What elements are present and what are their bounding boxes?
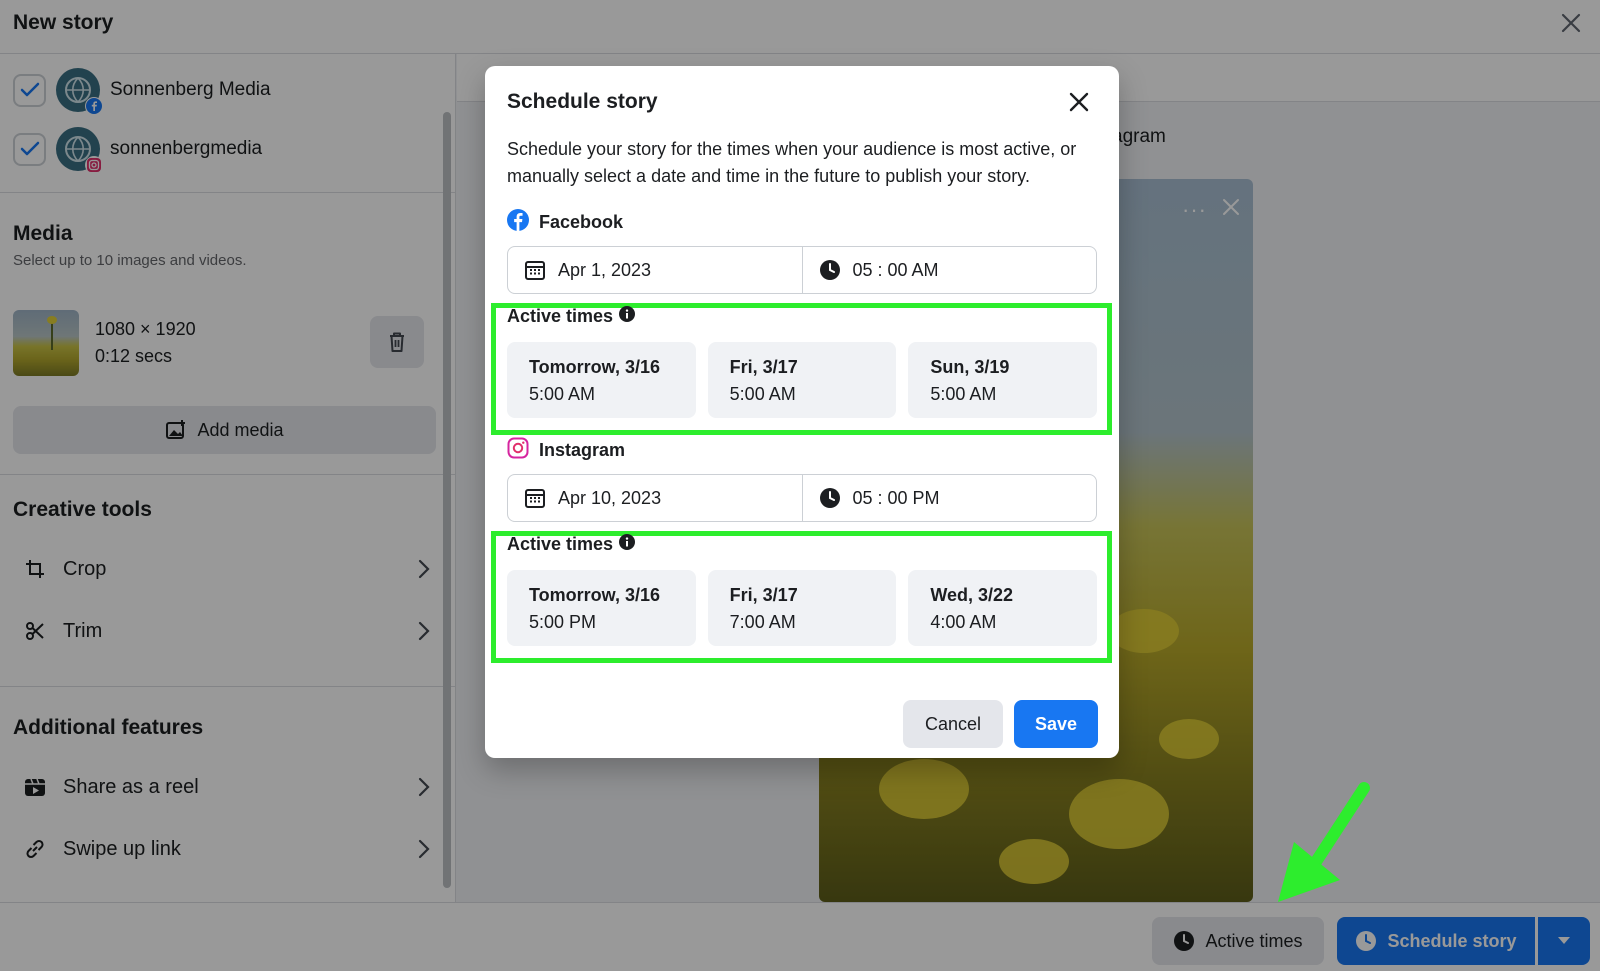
info-icon[interactable] — [619, 306, 636, 327]
active-time-slot[interactable]: Tomorrow, 3/16 5:00 PM — [507, 570, 696, 646]
annotation-arrow-icon — [1278, 782, 1370, 902]
calendar-icon — [525, 489, 545, 508]
instagram-date-value: Apr 10, 2023 — [558, 487, 662, 508]
instagram-icon — [507, 437, 529, 464]
active-time-slot[interactable]: Wed, 3/22 4:00 AM — [908, 570, 1098, 646]
instagram-time-value: 05 : 00 PM — [852, 487, 940, 508]
dialog-title: Schedule story — [507, 90, 658, 113]
clock-icon — [819, 260, 840, 280]
facebook-time-value: 05 : 00 AM — [852, 259, 939, 280]
info-icon[interactable] — [619, 534, 636, 555]
instagram-active-slots: Tomorrow, 3/16 5:00 PM Fri, 3/17 7:00 AM… — [507, 570, 1098, 646]
facebook-datetime: Apr 1, 2023 05 : 00 AM — [507, 246, 1097, 294]
facebook-section-header: Facebook — [507, 209, 623, 236]
instagram-datetime: Apr 10, 2023 05 : 00 PM — [507, 474, 1097, 522]
facebook-label: Facebook — [539, 212, 624, 232]
dialog-description: Schedule your story for the times when y… — [507, 139, 1077, 186]
instagram-date-input[interactable]: Apr 10, 2023 — [508, 475, 802, 521]
calendar-icon — [525, 261, 545, 280]
active-time-slot[interactable]: Tomorrow, 3/16 5:00 AM — [507, 342, 696, 418]
facebook-time-input[interactable]: 05 : 00 AM — [801, 247, 1097, 293]
schedule-story-dialog: Schedule story Schedule your story for t… — [485, 66, 1119, 758]
instagram-section-header: Instagram — [507, 437, 625, 464]
instagram-label: Instagram — [539, 440, 626, 460]
active-time-slot[interactable]: Fri, 3/17 5:00 AM — [707, 342, 897, 418]
clock-icon — [819, 488, 840, 508]
close-dialog-button[interactable] — [1065, 88, 1093, 116]
facebook-date-value: Apr 1, 2023 — [558, 259, 652, 280]
facebook-active-slots: Tomorrow, 3/16 5:00 AM Fri, 3/17 5:00 AM… — [507, 342, 1098, 418]
active-time-slot[interactable]: Fri, 3/17 7:00 AM — [707, 570, 897, 646]
cancel-button[interactable]: Cancel — [903, 700, 1003, 748]
instagram-time-input[interactable]: 05 : 00 PM — [801, 475, 1097, 521]
save-button[interactable]: Save — [1014, 700, 1098, 748]
facebook-date-input[interactable]: Apr 1, 2023 — [508, 247, 802, 293]
instagram-active-times-title: Active times — [507, 534, 636, 555]
facebook-icon — [507, 209, 529, 236]
active-time-slot[interactable]: Sun, 3/19 5:00 AM — [908, 342, 1098, 418]
facebook-active-times-title: Active times — [507, 306, 636, 327]
close-icon — [1069, 92, 1089, 112]
